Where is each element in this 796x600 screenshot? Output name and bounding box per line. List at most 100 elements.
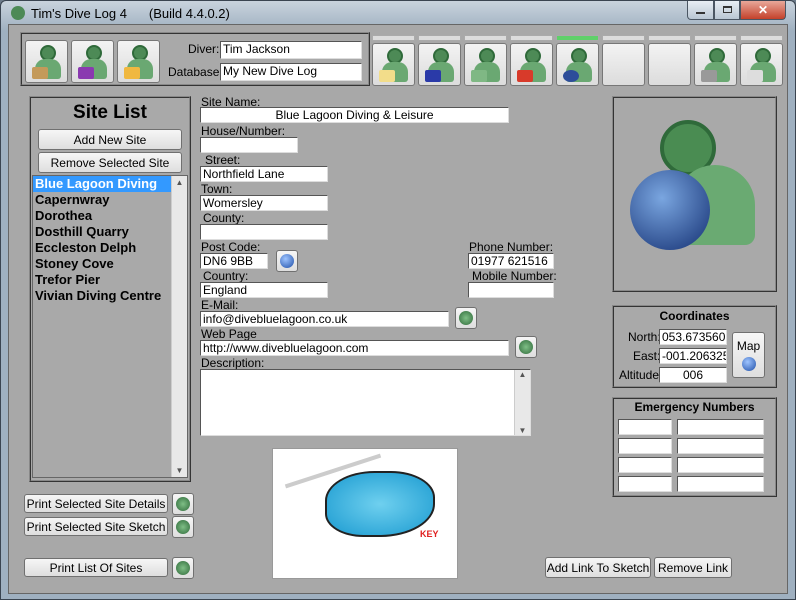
lagoon-shape [325, 471, 435, 537]
send-email-button[interactable] [455, 307, 477, 329]
list-item[interactable]: Dosthill Quarry [33, 224, 187, 240]
print-list-icon-button[interactable] [172, 557, 194, 579]
emergency-name-field[interactable] [618, 476, 672, 492]
mobile-label: Mobile Number: [472, 269, 557, 283]
diver-field[interactable]: Tim Jackson [220, 41, 362, 59]
altitude-label: Altitude: [619, 368, 663, 382]
tab-indicator [372, 35, 415, 41]
emergency-number-field[interactable] [677, 419, 764, 435]
emergency-name-field[interactable] [618, 419, 672, 435]
north-field[interactable]: 053.673560 [659, 329, 727, 345]
map-button[interactable]: Map [732, 332, 765, 378]
scrollbar[interactable]: ▲ ▼ [171, 176, 187, 477]
print-list-of-sites-button[interactable]: Print List Of Sites [24, 558, 168, 577]
printer-icon [176, 520, 190, 534]
list-item[interactable]: Trefor Pier [33, 272, 187, 288]
app-title: Tim's Dive Log 4 [31, 5, 127, 21]
county-label: County: [203, 211, 245, 225]
web-label: Web Page [201, 327, 257, 341]
emergency-number-field[interactable] [677, 476, 764, 492]
email-label: E-Mail: [201, 298, 239, 312]
close-button[interactable]: ✕ [740, 1, 786, 20]
maximize-button[interactable] [714, 1, 740, 20]
remove-link-button[interactable]: Remove Link [654, 557, 732, 578]
list-item[interactable]: Eccleston Delph [33, 240, 187, 256]
tab-equipment[interactable] [418, 43, 461, 86]
save-button[interactable] [71, 40, 114, 83]
add-new-site-button[interactable]: Add New Site [38, 129, 182, 150]
altitude-field[interactable]: 006 [659, 367, 727, 383]
list-item[interactable]: Blue Lagoon Diving [33, 176, 171, 192]
emergency-name-field[interactable] [618, 438, 672, 454]
list-item[interactable]: Capernwray [33, 192, 187, 208]
web-field[interactable]: http://www.divebluelagoon.com [200, 340, 509, 356]
site-list[interactable]: Blue Lagoon Diving Capernwray Dorothea D… [32, 175, 188, 478]
print-sketch-icon-button[interactable] [172, 516, 194, 538]
house-label: House/Number: [201, 124, 286, 138]
description-field[interactable] [200, 369, 531, 436]
diver-globe-image [630, 110, 760, 260]
postcode-lookup-button[interactable] [276, 250, 298, 272]
tab-certifications[interactable] [372, 43, 415, 86]
country-label: Country: [203, 269, 249, 283]
web-icon [519, 340, 533, 354]
tab-indicator [464, 35, 507, 41]
remove-selected-site-button[interactable]: Remove Selected Site [38, 152, 182, 173]
coordinates-title: Coordinates [659, 309, 730, 323]
street-label: Street: [205, 153, 241, 167]
tab-tools[interactable] [694, 43, 737, 86]
country-field[interactable]: England [200, 282, 328, 298]
east-field[interactable]: -001.206325 [659, 348, 727, 364]
list-item[interactable]: Vivian Diving Centre [33, 288, 187, 304]
new-log-button[interactable] [25, 40, 68, 83]
email-field[interactable]: info@divebluelagoon.co.uk [200, 311, 449, 327]
description-label: Description: [201, 356, 265, 370]
print-site-details-button[interactable]: Print Selected Site Details [24, 494, 168, 513]
add-link-to-sketch-button[interactable]: Add Link To Sketch [545, 557, 651, 578]
list-item[interactable]: Stoney Cove [33, 256, 187, 272]
tab-blank-1[interactable] [602, 43, 645, 86]
tab-home[interactable] [510, 43, 553, 86]
open-folder-button[interactable] [117, 40, 160, 83]
north-label: North: [628, 330, 661, 344]
open-web-button[interactable] [515, 336, 537, 358]
tab-indicator [694, 35, 737, 41]
tab-indicator-active [556, 35, 599, 41]
postcode-field[interactable]: DN6 9BB [200, 253, 268, 269]
house-field[interactable] [200, 137, 298, 153]
email-icon [459, 311, 473, 325]
printer-icon [176, 561, 190, 575]
build-label: (Build 4.4.0.2) [148, 5, 230, 21]
tab-indicator [602, 35, 645, 41]
sketch-key-label: KEY [420, 529, 439, 539]
postcode-label: Post Code: [201, 240, 261, 254]
emergency-name-field[interactable] [618, 457, 672, 473]
emergency-number-field[interactable] [677, 457, 764, 473]
minimize-button[interactable] [687, 1, 714, 20]
tab-blank-2[interactable] [648, 43, 691, 86]
site-sketch-image[interactable]: KEY [272, 448, 458, 579]
east-label: East: [633, 349, 661, 363]
mobile-field[interactable] [468, 282, 554, 298]
emergency-number-field[interactable] [677, 438, 764, 454]
county-field[interactable] [200, 224, 328, 240]
tab-indicator [648, 35, 691, 41]
tab-dive-sites[interactable] [556, 43, 599, 86]
street-field[interactable]: Northfield Lane [200, 166, 328, 182]
print-details-icon-button[interactable] [172, 493, 194, 515]
map-label: Map [736, 339, 761, 353]
tab-logbook[interactable] [740, 43, 783, 86]
tab-buddies[interactable] [464, 43, 507, 86]
town-field[interactable]: Womersley [200, 195, 328, 211]
title-bar: Tim's Dive Log 4 (Build 4.4.0.2) [11, 4, 230, 22]
tab-indicator [740, 35, 783, 41]
diver-label: Diver: [188, 42, 220, 56]
site-name-field[interactable]: Blue Lagoon Diving & Leisure [200, 107, 509, 123]
tab-indicator [418, 35, 461, 41]
database-field[interactable]: My New Dive Log [220, 63, 362, 81]
print-site-sketch-button[interactable]: Print Selected Site Sketch [24, 517, 168, 536]
list-item[interactable]: Dorothea [33, 208, 187, 224]
phone-field[interactable]: 01977 621516 [468, 253, 554, 269]
description-scrollbar[interactable]: ▲ ▼ [514, 370, 530, 435]
globe-icon [741, 357, 756, 371]
